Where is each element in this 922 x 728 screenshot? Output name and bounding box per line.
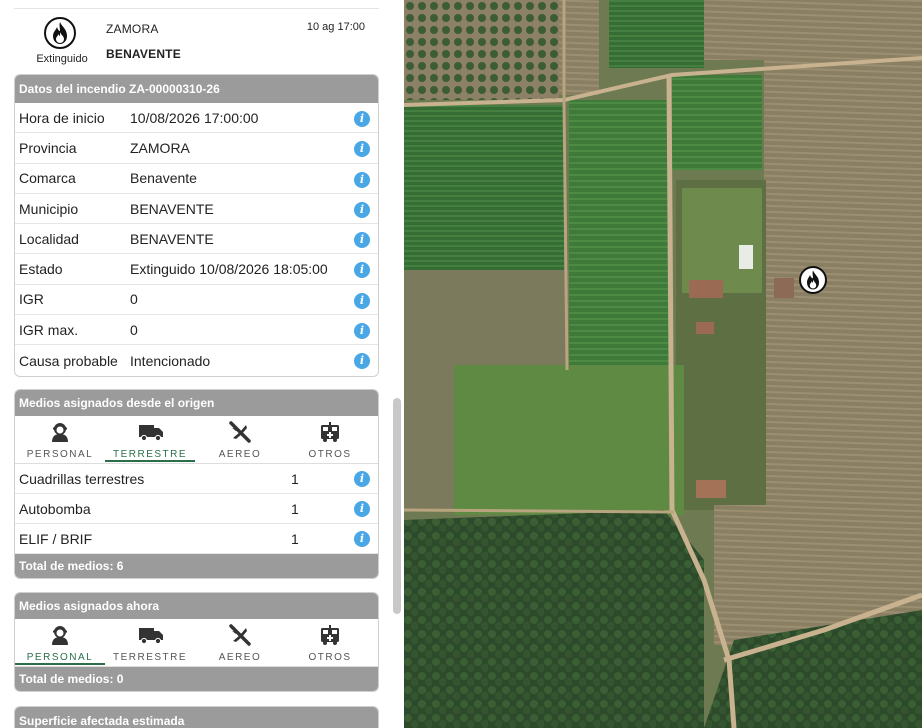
- detail-label: Localidad: [19, 230, 79, 247]
- detail-row: Causa probable Intencionado i: [15, 345, 378, 375]
- incident-summary-card[interactable]: Extinguido ZAMORA BENAVENTE 10 ag 17:00: [14, 8, 379, 70]
- info-icon[interactable]: i: [354, 111, 370, 127]
- satellite-map[interactable]: [404, 0, 922, 728]
- municipality-text: BENAVENTE: [106, 47, 181, 61]
- info-icon[interactable]: i: [354, 501, 370, 517]
- status-label: Extinguido: [36, 53, 88, 65]
- tab-label: TERRESTRE: [112, 449, 188, 460]
- tab-aereo[interactable]: AEREO: [195, 416, 285, 463]
- fire-extinguished-icon: [44, 17, 76, 49]
- tab-label: AEREO: [218, 652, 262, 663]
- detail-row: IGR 0 i: [15, 285, 378, 316]
- detail-value: 0: [130, 291, 138, 308]
- fire-marker-icon[interactable]: [799, 266, 827, 294]
- detail-label: IGR: [19, 291, 44, 308]
- tab-terrestre[interactable]: TERRESTRE: [105, 416, 195, 463]
- tab-terrestre[interactable]: TERRESTRE: [105, 619, 195, 666]
- detail-value: 10/08/2026 17:00:00: [130, 109, 259, 126]
- tab-label: TERRESTRE: [112, 652, 188, 663]
- province-text: ZAMORA: [106, 22, 159, 36]
- surface-panel: Superficie afectada estimada: [14, 706, 379, 728]
- detail-value: Benavente: [130, 170, 197, 187]
- truck-icon: [139, 425, 163, 442]
- detail-label: Municipio: [19, 200, 79, 217]
- tab-otros[interactable]: OTROS: [285, 416, 375, 463]
- tab-personal[interactable]: PERSONAL: [15, 416, 105, 463]
- tab-aereo[interactable]: AEREO: [195, 619, 285, 666]
- detail-row: Provincia ZAMORA i: [15, 133, 378, 164]
- incident-date: 10 ag 17:00: [306, 21, 365, 33]
- tab-label: OTROS: [308, 652, 352, 663]
- tab-otros[interactable]: OTROS: [285, 619, 375, 666]
- detail-value: BENAVENTE: [130, 200, 214, 217]
- resource-count: 1: [291, 530, 299, 547]
- tab-personal[interactable]: PERSONAL: [15, 619, 105, 666]
- detail-label: Causa probable: [19, 352, 118, 369]
- resource-count: 1: [291, 500, 299, 517]
- detail-value: Extinguido 10/08/2026 18:05:00: [130, 261, 328, 278]
- tab-label: PERSONAL: [26, 652, 94, 663]
- detail-value: BENAVENTE: [130, 230, 214, 247]
- origin-resources-tabs: PERSONAL TERRESTRE AEREO OTROS: [15, 416, 378, 464]
- truck-icon: [139, 628, 163, 645]
- resource-name: Autobomba: [19, 500, 91, 517]
- detail-row: Municipio BENAVENTE i: [15, 194, 378, 225]
- detail-value: ZAMORA: [130, 139, 190, 156]
- sidebar-scrollbar-track[interactable]: [392, 0, 404, 728]
- current-resources-title: Medios asignados ahora: [15, 593, 378, 619]
- details-panel-title: Datos del incendio ZA-00000310-26: [15, 75, 378, 103]
- detail-label: Provincia: [19, 139, 77, 156]
- detail-row: Hora de inicio 10/08/2026 17:00:00 i: [15, 103, 378, 134]
- ambulance-icon: [321, 625, 339, 645]
- person-icon: [52, 423, 68, 442]
- origin-resources-panel: Medios asignados desde el origen PERSONA…: [14, 389, 379, 579]
- current-resources-panel: Medios asignados ahora PERSONAL TERRESTRE…: [14, 592, 379, 692]
- tab-label: PERSONAL: [26, 449, 94, 460]
- current-resources-total: Total de medios: 0: [15, 667, 378, 691]
- resource-row: ELIF / BRIF 1 i: [15, 524, 378, 554]
- resource-count: 1: [291, 470, 299, 487]
- detail-row: Estado Extinguido 10/08/2026 18:05:00 i: [15, 254, 378, 285]
- tab-label: AEREO: [218, 449, 262, 460]
- detail-label: Estado: [19, 261, 63, 278]
- plane-icon: [229, 421, 251, 443]
- plane-icon: [229, 624, 251, 646]
- resource-row: Cuadrillas terrestres 1 i: [15, 464, 378, 494]
- origin-resources-title: Medios asignados desde el origen: [15, 390, 378, 416]
- ambulance-icon: [321, 422, 339, 442]
- info-icon[interactable]: i: [354, 292, 370, 309]
- info-icon[interactable]: i: [354, 323, 370, 340]
- detail-row: Comarca Benavente i: [15, 164, 378, 194]
- info-icon[interactable]: i: [354, 201, 370, 218]
- detail-label: Comarca: [19, 170, 76, 187]
- resource-name: ELIF / BRIF: [19, 530, 93, 547]
- sidebar-scrollbar-thumb[interactable]: [393, 398, 401, 614]
- resource-row: Autobomba 1 i: [15, 494, 378, 524]
- surface-panel-title: Superficie afectada estimada: [15, 707, 378, 728]
- origin-resources-total: Total de medios: 6: [15, 554, 378, 578]
- map-imagery: [404, 0, 922, 728]
- tab-label: OTROS: [308, 449, 352, 460]
- person-icon: [52, 626, 68, 645]
- detail-row: IGR max. 0 i: [15, 315, 378, 346]
- detail-value: 0: [130, 321, 138, 338]
- detail-label: IGR max.: [19, 321, 79, 338]
- incident-details-panel: Datos del incendio ZA-00000310-26 Hora d…: [14, 74, 379, 377]
- resource-name: Cuadrillas terrestres: [19, 470, 145, 487]
- incident-sidebar: Extinguido ZAMORA BENAVENTE 10 ag 17:00 …: [0, 0, 404, 728]
- details-list: Hora de inicio 10/08/2026 17:00:00 i Provin…: [15, 103, 378, 376]
- origin-resources-list: Cuadrillas terrestres 1 i Autobomba 1 i ELIF /…: [15, 464, 378, 554]
- info-icon[interactable]: i: [354, 471, 370, 487]
- info-icon[interactable]: i: [354, 531, 370, 547]
- current-resources-tabs: PERSONAL TERRESTRE AEREO OTROS: [15, 619, 378, 667]
- info-icon[interactable]: i: [354, 171, 370, 188]
- detail-label: Hora de inicio: [19, 109, 105, 126]
- detail-value: Intencionado: [130, 352, 211, 369]
- detail-row: Localidad BENAVENTE i: [15, 224, 378, 255]
